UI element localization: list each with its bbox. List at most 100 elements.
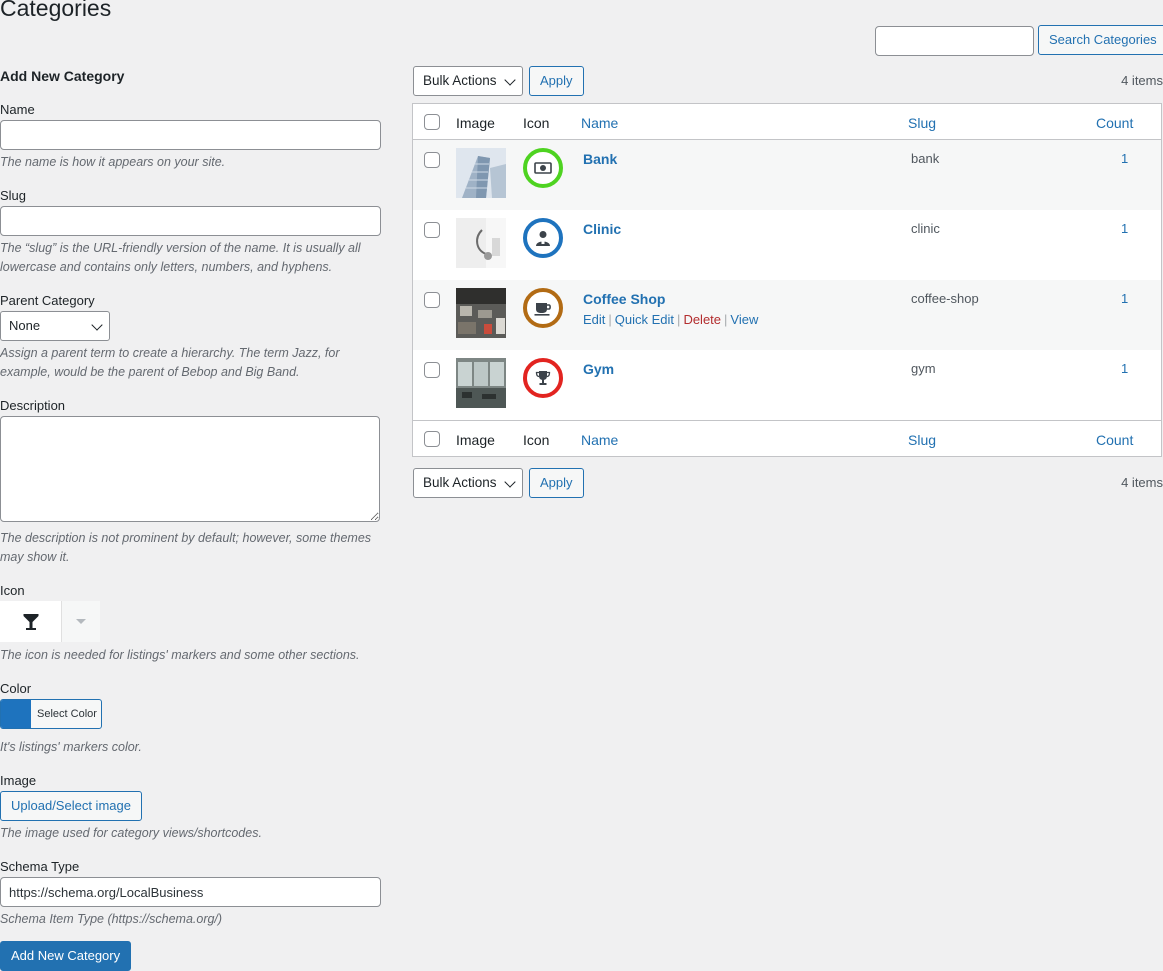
items-count-top: 4 items	[1121, 73, 1163, 88]
bulk-actions-value: Bulk Actions	[423, 73, 497, 88]
search-input[interactable]	[875, 26, 1034, 56]
page-title: Categories	[0, 0, 112, 21]
chevron-down-icon	[91, 319, 103, 331]
icon-picker-dropdown[interactable]	[61, 601, 100, 642]
form-heading: Add New Category	[0, 68, 125, 84]
row-slug: gym	[911, 361, 936, 376]
schema-type-field[interactable]	[0, 877, 381, 907]
row-checkbox[interactable]	[424, 152, 440, 168]
parent-category-label: Parent Category	[0, 293, 95, 308]
select-color-button[interactable]: Select Color	[0, 699, 102, 729]
row-count-link[interactable]: 1	[1121, 291, 1128, 306]
slug-label: Slug	[0, 188, 27, 203]
schema-hint: Schema Item Type (https://schema.org/)	[0, 912, 223, 926]
parent-category-select[interactable]: None	[0, 311, 110, 341]
bulk-actions-value: Bulk Actions	[423, 475, 497, 490]
separator: |	[724, 312, 728, 327]
row-slug: clinic	[911, 221, 940, 236]
description-label: Description	[0, 398, 66, 413]
column-image-header: Image	[456, 115, 495, 131]
cafe-interior-photo	[456, 288, 506, 338]
row-name-link[interactable]: Gym	[583, 361, 614, 377]
money-icon	[534, 162, 552, 174]
cocktail-icon	[23, 613, 38, 630]
column-count-footer[interactable]: Count	[1096, 432, 1133, 448]
column-icon-footer: Icon	[523, 432, 550, 448]
name-label: Name	[0, 102, 35, 117]
parent-hint-line2: example, would be the parent of Bebop an…	[0, 365, 300, 379]
search-categories-button[interactable]: Search Categories	[1038, 25, 1163, 55]
categories-table: Image Icon Name Slug Count Bank bank 1 C…	[412, 103, 1162, 457]
icon-label: Icon	[0, 583, 25, 598]
doctor-icon	[536, 231, 550, 246]
gym-interior-photo	[456, 358, 506, 408]
row-count-link[interactable]: 1	[1121, 361, 1128, 376]
items-count-bottom: 4 items	[1121, 475, 1163, 490]
slug-field[interactable]	[0, 206, 381, 236]
table-footer-row: Image Icon Name Slug Count	[413, 420, 1161, 456]
row-name-link[interactable]: Coffee Shop	[583, 291, 665, 307]
apply-button-top[interactable]: Apply	[529, 66, 584, 96]
description-hint-line2: may show it.	[0, 550, 70, 564]
table-row: Clinic clinic 1	[413, 210, 1161, 280]
column-count-header[interactable]: Count	[1096, 115, 1133, 131]
row-checkbox[interactable]	[424, 292, 440, 308]
quick-edit-link[interactable]: Quick Edit	[615, 312, 674, 327]
apply-button-bottom[interactable]: Apply	[529, 468, 584, 498]
select-all-checkbox[interactable]	[424, 114, 440, 130]
image-label: Image	[0, 773, 37, 788]
coffee-icon	[534, 302, 551, 316]
office-tower-photo	[456, 148, 506, 198]
slug-hint-line1: The “slug” is the URL-friendly version o…	[0, 241, 361, 255]
table-header-row: Image Icon Name Slug Count	[413, 104, 1161, 140]
view-link[interactable]: View	[730, 312, 758, 327]
icon-picker[interactable]	[0, 601, 100, 642]
column-slug-header[interactable]: Slug	[908, 115, 936, 131]
name-hint: The name is how it appears on your site.	[0, 155, 226, 169]
add-new-category-button[interactable]: Add New Category	[0, 941, 132, 971]
parent-hint-line1: Assign a parent term to create a hierarc…	[0, 346, 340, 360]
column-icon-header: Icon	[523, 115, 550, 131]
row-count-link[interactable]: 1	[1121, 221, 1128, 236]
chevron-down-icon	[504, 476, 516, 488]
color-hint: It's listings' markers color.	[0, 740, 142, 754]
category-icon-ring	[523, 358, 563, 398]
table-row: Gym gym 1	[413, 350, 1161, 420]
select-all-checkbox-footer[interactable]	[424, 431, 440, 447]
row-slug: bank	[911, 151, 940, 166]
color-swatch	[1, 700, 31, 728]
column-slug-footer[interactable]: Slug	[908, 432, 936, 448]
name-field[interactable]	[0, 120, 381, 150]
stethoscope-photo	[456, 218, 506, 268]
table-row: Bank bank 1	[413, 140, 1161, 210]
column-name-footer[interactable]: Name	[581, 432, 618, 448]
trophy-icon	[535, 371, 551, 385]
bulk-actions-select-top[interactable]: Bulk Actions	[413, 66, 523, 96]
caret-down-icon	[76, 619, 86, 624]
schema-type-label: Schema Type	[0, 859, 80, 874]
column-image-footer: Image	[456, 432, 495, 448]
icon-picker-selected[interactable]	[0, 601, 61, 642]
category-icon-ring	[523, 218, 563, 258]
bulk-actions-select-bottom[interactable]: Bulk Actions	[413, 468, 523, 498]
row-checkbox[interactable]	[424, 362, 440, 378]
icon-hint: The icon is needed for listings' markers…	[0, 648, 360, 662]
table-row: Coffee Shop Edit | Quick Edit | Delete | View …	[413, 280, 1161, 350]
row-name-link[interactable]: Bank	[583, 151, 617, 167]
upload-image-button[interactable]: Upload/Select image	[0, 791, 142, 821]
chevron-down-icon	[504, 74, 516, 86]
column-name-header[interactable]: Name	[581, 115, 618, 131]
select-color-label: Select Color	[37, 708, 97, 720]
category-icon-ring	[523, 148, 563, 188]
description-field[interactable]	[0, 416, 380, 522]
category-icon-ring	[523, 288, 563, 328]
color-label: Color	[0, 681, 32, 696]
edit-link[interactable]: Edit	[583, 312, 605, 327]
row-actions: Edit | Quick Edit | Delete | View	[583, 312, 758, 327]
slug-hint-line2: lowercase and contains only letters, num…	[0, 260, 333, 274]
delete-link[interactable]: Delete	[683, 312, 721, 327]
row-checkbox[interactable]	[424, 222, 440, 238]
row-name-link[interactable]: Clinic	[583, 221, 621, 237]
separator: |	[608, 312, 612, 327]
row-count-link[interactable]: 1	[1121, 151, 1128, 166]
